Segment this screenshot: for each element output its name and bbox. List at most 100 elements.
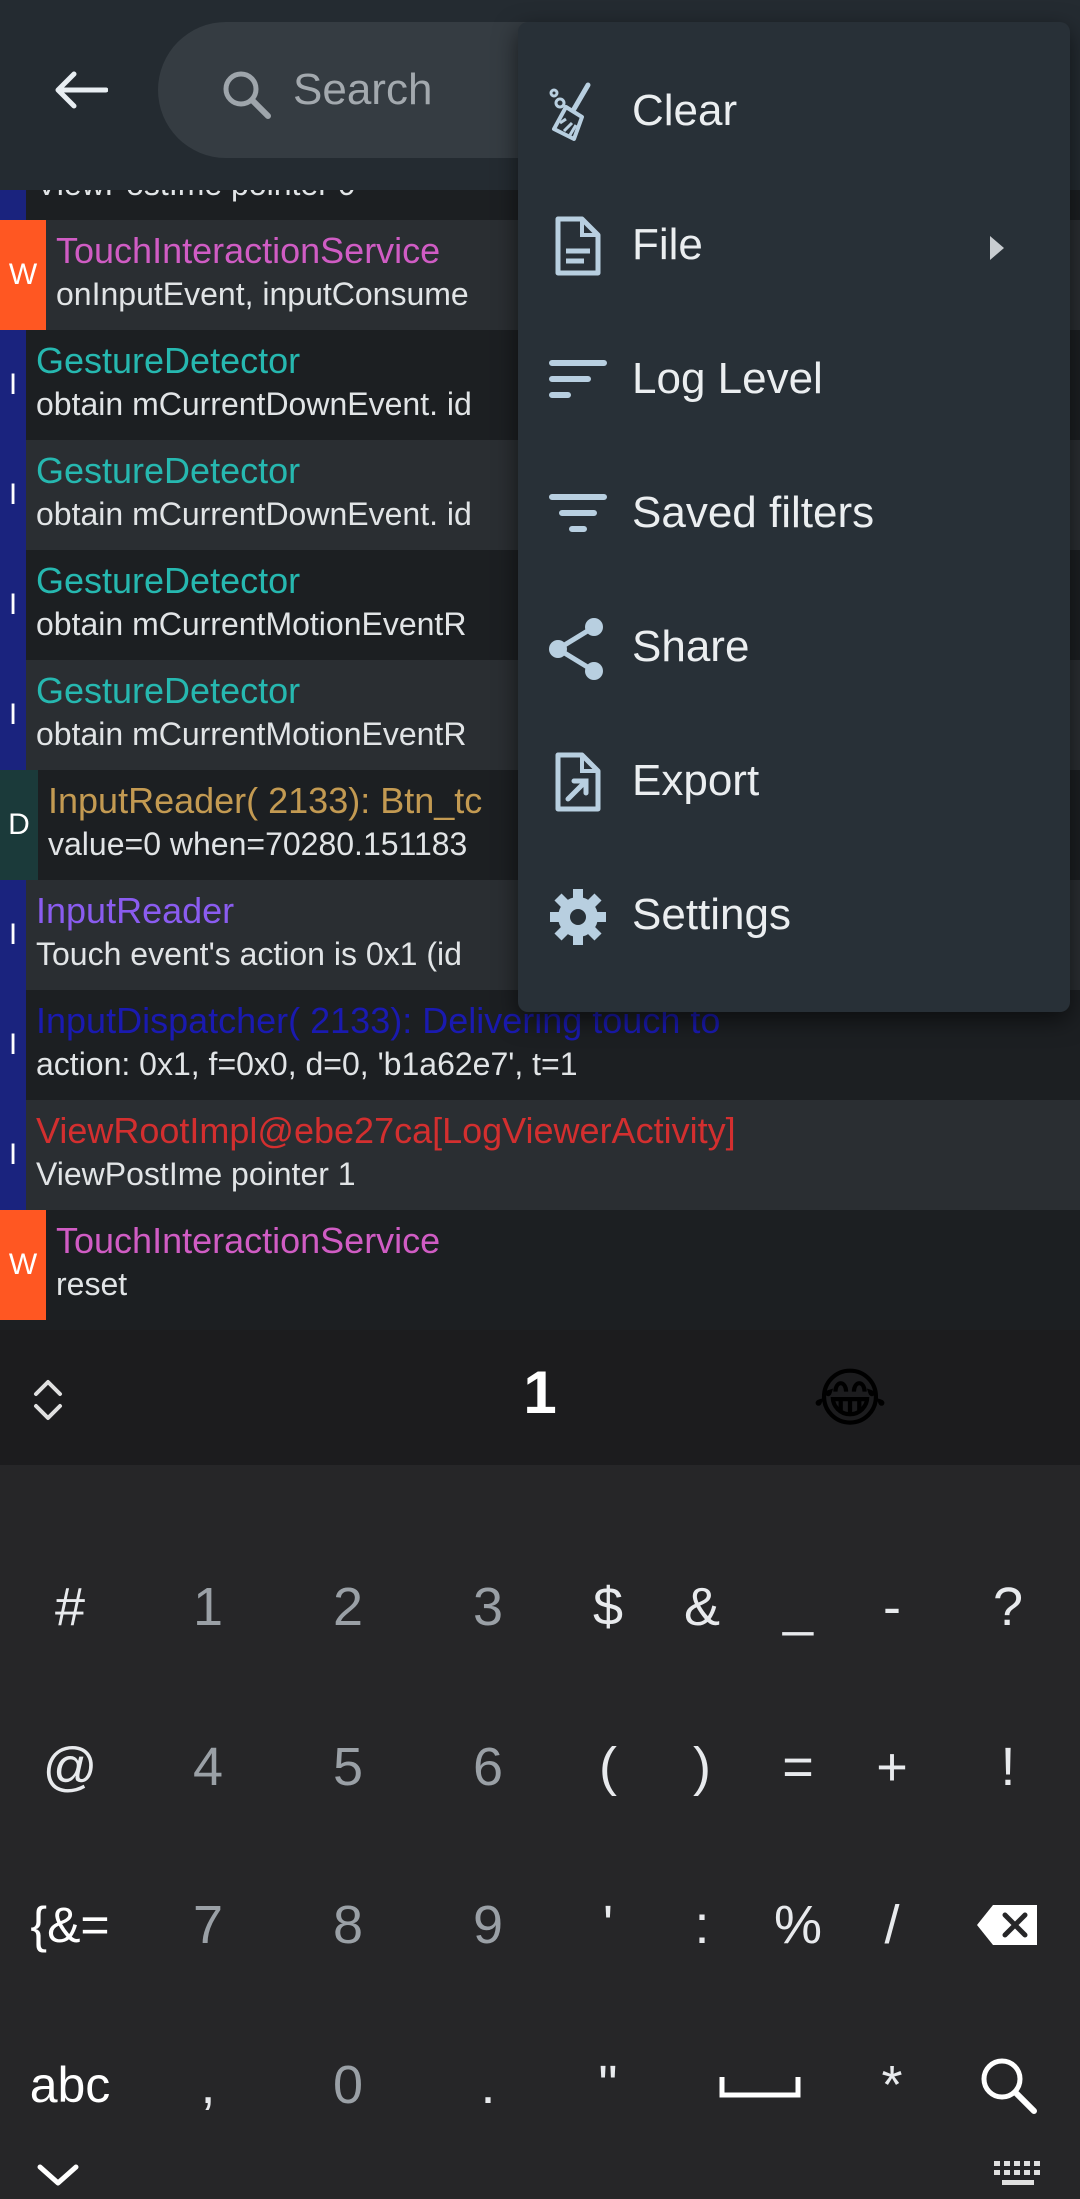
space-icon bbox=[719, 2077, 801, 2098]
key-6[interactable]: 6 bbox=[438, 1707, 538, 1827]
log-message: reset bbox=[56, 1266, 128, 1302]
menu-item-label: Clear bbox=[632, 86, 738, 135]
key-period[interactable]: . bbox=[438, 2025, 538, 2145]
keyboard: #1 2 3 $ & _ -? @4 5 6() = +! {&= 7 8 9 ':% / abc, 0. " * bbox=[0, 1465, 1080, 2199]
key-open-paren[interactable]: ( bbox=[558, 1707, 658, 1827]
overflow-menu: Clear File Log Level Saved filters Share Expo… bbox=[518, 22, 1070, 1012]
key-equals[interactable]: = bbox=[748, 1707, 848, 1827]
space-key[interactable] bbox=[700, 2025, 820, 2145]
log-message: action: 0x1, f=0x0, d=0, 'b1a62e7', t=1 bbox=[36, 1046, 578, 1082]
menu-item-export[interactable]: Export bbox=[518, 716, 1070, 850]
gear-icon bbox=[550, 889, 606, 945]
log-level-badge: I bbox=[0, 330, 26, 440]
menu-item-label: Log Level bbox=[632, 354, 823, 403]
log-message: ViewPostIme pointer 1 bbox=[36, 1156, 356, 1192]
filter-icon bbox=[549, 494, 607, 532]
key-7[interactable]: 7 bbox=[158, 1865, 258, 1985]
log-row[interactable]: I ViewRootImpl@ebe27ca[LogViewerActivity]… bbox=[0, 1100, 1080, 1210]
key-close-paren[interactable]: ) bbox=[652, 1707, 752, 1827]
key-colon[interactable]: : bbox=[652, 1865, 752, 1985]
log-level-badge: I bbox=[0, 1100, 26, 1210]
key-asterisk[interactable]: * bbox=[842, 2025, 942, 2145]
log-level-badge: I bbox=[0, 660, 26, 770]
menu-item-label: File bbox=[632, 220, 703, 269]
log-level-badge: I bbox=[0, 880, 26, 990]
menu-item-file[interactable]: File bbox=[518, 180, 1070, 314]
keyboard-suggestion[interactable]: 1 bbox=[480, 1358, 600, 1438]
key-minus[interactable]: - bbox=[842, 1547, 942, 1667]
key-more-symbols[interactable]: {&= bbox=[20, 1865, 120, 1985]
key-8[interactable]: 8 bbox=[298, 1865, 398, 1985]
log-message: onInputEvent, inputConsume bbox=[56, 276, 469, 312]
log-message: ViewPostIme pointer 0 bbox=[36, 190, 356, 203]
key-4[interactable]: 4 bbox=[158, 1707, 258, 1827]
log-tag: GestureDetector bbox=[36, 560, 301, 601]
sort-lines-icon bbox=[549, 360, 607, 398]
log-tag: TouchInteractionService bbox=[56, 230, 441, 271]
menu-item-label: Share bbox=[632, 622, 750, 671]
log-tag: GestureDetector bbox=[36, 670, 301, 711]
menu-item-settings[interactable]: Settings bbox=[518, 850, 1070, 984]
keyboard-switch-icon[interactable] bbox=[990, 2155, 1050, 2195]
key-abc[interactable]: abc bbox=[0, 2025, 140, 2145]
log-level-badge: W bbox=[0, 220, 46, 330]
log-level-badge: I bbox=[0, 990, 26, 1100]
key-3[interactable]: 3 bbox=[438, 1547, 538, 1667]
submenu-arrow-icon bbox=[990, 236, 1004, 260]
arrow-left-icon bbox=[55, 71, 108, 109]
log-level-badge: I bbox=[0, 440, 26, 550]
back-button[interactable] bbox=[40, 55, 120, 125]
expand-collapse-icon[interactable] bbox=[20, 1372, 76, 1428]
log-tag: GestureDetector bbox=[36, 450, 301, 491]
key-1[interactable]: 1 bbox=[158, 1547, 258, 1667]
log-tag: InputReader( 2133): Btn_tc bbox=[48, 780, 483, 821]
log-tag: TouchInteractionService bbox=[56, 1220, 441, 1261]
key-comma[interactable]: , bbox=[158, 2025, 258, 2145]
keyboard-suggestion-bar: 1 😂 bbox=[0, 1330, 1080, 1465]
key-slash[interactable]: / bbox=[842, 1865, 942, 1985]
log-message: Touch event's action is 0x1 (id bbox=[36, 936, 462, 972]
menu-item-share[interactable]: Share bbox=[518, 582, 1070, 716]
key-5[interactable]: 5 bbox=[298, 1707, 398, 1827]
log-level-badge: D bbox=[0, 770, 38, 880]
keyboard-hide-icon[interactable] bbox=[30, 2155, 86, 2195]
key-exclamation[interactable]: ! bbox=[958, 1707, 1058, 1827]
key-percent[interactable]: % bbox=[748, 1865, 848, 1985]
log-row[interactable]: W TouchInteractionService reset bbox=[0, 1210, 1080, 1320]
file-export-icon bbox=[555, 752, 601, 812]
key-quote[interactable]: " bbox=[558, 2025, 658, 2145]
share-icon bbox=[549, 618, 603, 680]
menu-item-label: Settings bbox=[632, 890, 791, 939]
key-at[interactable]: @ bbox=[20, 1707, 120, 1827]
menu-item-label: Saved filters bbox=[632, 488, 875, 537]
key-plus[interactable]: + bbox=[842, 1707, 942, 1827]
key-2[interactable]: 2 bbox=[298, 1547, 398, 1667]
menu-item-clear[interactable]: Clear bbox=[518, 46, 1070, 180]
log-message: obtain mCurrentMotionEventR bbox=[36, 716, 467, 752]
log-message: value=0 when=70280.151183 bbox=[48, 826, 468, 862]
emoji-suggestion[interactable]: 😂 bbox=[800, 1358, 900, 1438]
key-0[interactable]: 0 bbox=[298, 2025, 398, 2145]
key-dollar[interactable]: $ bbox=[558, 1547, 658, 1667]
search-key[interactable] bbox=[958, 2025, 1058, 2145]
log-message: obtain mCurrentMotionEventR bbox=[36, 606, 467, 642]
menu-item-log-level[interactable]: Log Level bbox=[518, 314, 1070, 448]
key-9[interactable]: 9 bbox=[438, 1865, 538, 1985]
menu-item-label: Export bbox=[632, 756, 760, 805]
log-tag: InputReader bbox=[36, 890, 235, 931]
backspace-key[interactable] bbox=[958, 1865, 1058, 1985]
key-underscore[interactable]: _ bbox=[748, 1547, 848, 1667]
backspace-icon bbox=[977, 1905, 1037, 1945]
search-icon bbox=[223, 71, 271, 119]
key-question[interactable]: ? bbox=[958, 1547, 1058, 1667]
log-level-badge: I bbox=[0, 550, 26, 660]
broom-icon bbox=[549, 82, 591, 141]
key-ampersand[interactable]: & bbox=[652, 1547, 752, 1667]
key-hash[interactable]: # bbox=[20, 1547, 120, 1667]
log-tag: ViewRootImpl@ebe27ca[LogViewerActivity] bbox=[36, 1110, 736, 1151]
log-message: obtain mCurrentDownEvent. id bbox=[36, 386, 472, 422]
key-apostrophe[interactable]: ' bbox=[558, 1865, 658, 1985]
log-level-badge: I bbox=[0, 190, 26, 220]
menu-item-saved-filters[interactable]: Saved filters bbox=[518, 448, 1070, 582]
log-message: obtain mCurrentDownEvent. id bbox=[36, 496, 472, 532]
